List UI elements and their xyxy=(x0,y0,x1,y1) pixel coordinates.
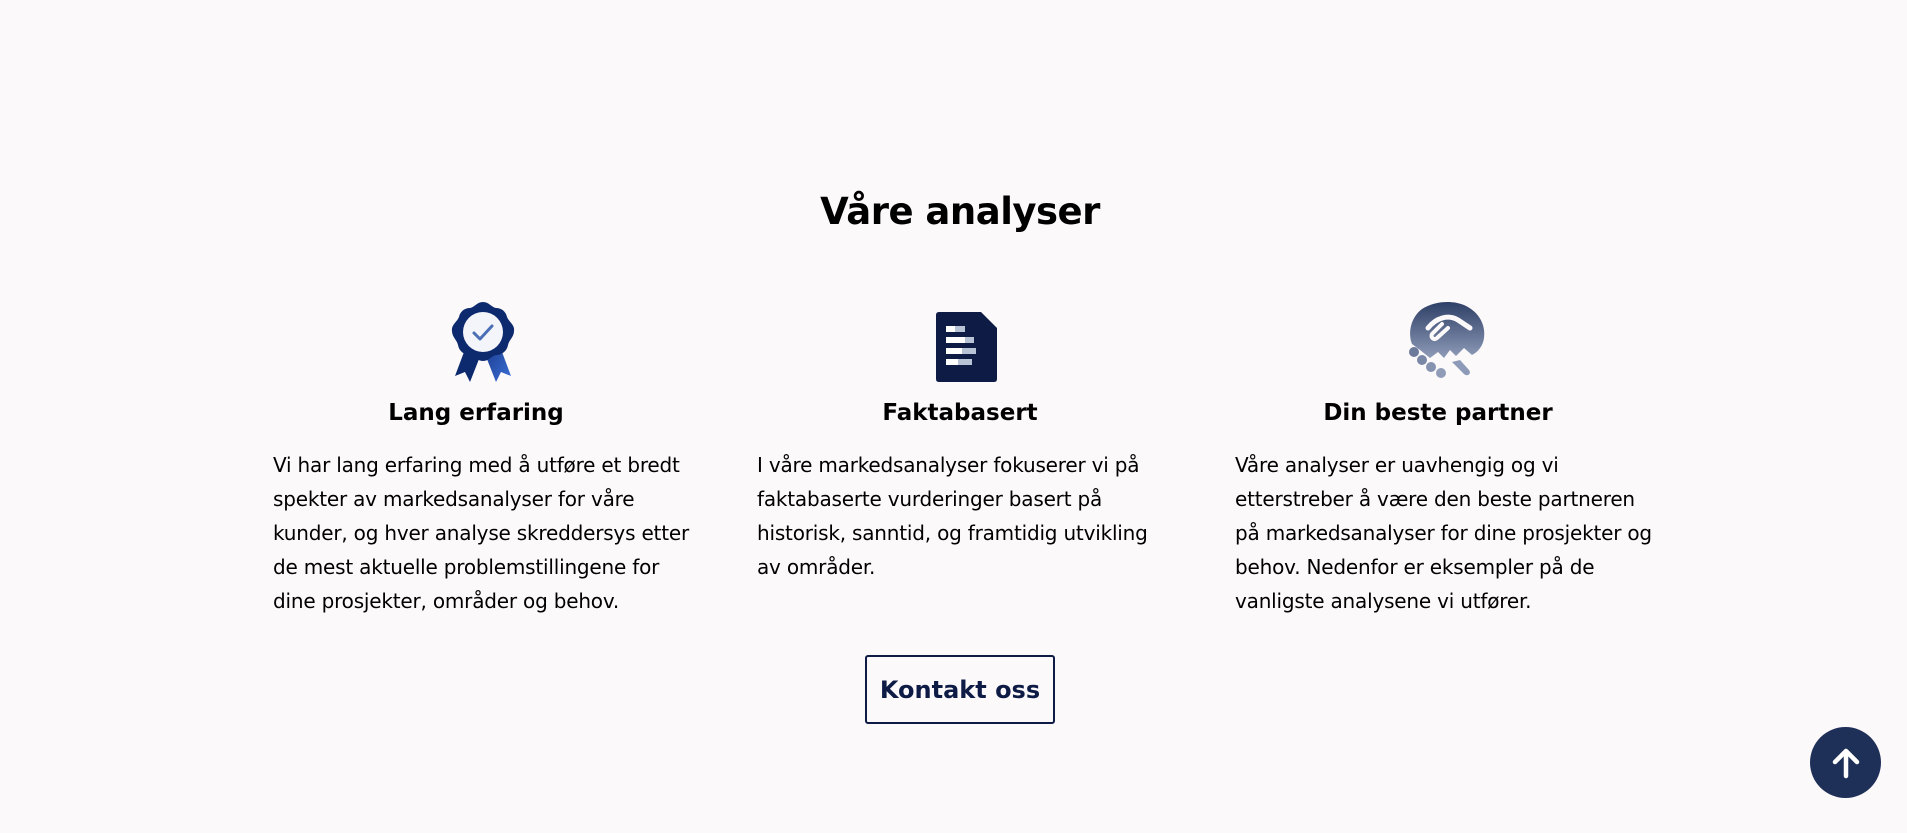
arrow-up-icon xyxy=(1832,748,1859,778)
contact-us-button[interactable]: Kontakt oss xyxy=(865,655,1055,724)
feature-description: Våre analyser er uavhengig og vi etterst… xyxy=(1235,453,1652,613)
analyses-section: Våre analyser Lang erfaring Vi har lang … xyxy=(0,0,1907,833)
section-heading: Våre analyser xyxy=(820,190,1100,233)
feature-title: Lang erfaring xyxy=(388,400,564,426)
handshake-icon xyxy=(1235,298,1655,382)
feature-card-factbased: Faktabasert I våre markedsanalyser fokus… xyxy=(757,298,1177,579)
feature-description: I våre markedsanalyser fokuserer vi på f… xyxy=(757,453,1148,579)
feature-card-experience: Lang erfaring Vi har lang erfaring med å… xyxy=(273,298,693,613)
scroll-to-top-button[interactable] xyxy=(1810,727,1881,798)
feature-title: Faktabasert xyxy=(882,400,1038,426)
document-icon xyxy=(757,298,1177,382)
award-ribbon-icon xyxy=(273,298,693,382)
feature-description: Vi har lang erfaring med å utføre et bre… xyxy=(273,453,689,613)
feature-card-partner: Din beste partner Våre analyser er uavhe… xyxy=(1235,298,1655,613)
feature-title: Din beste partner xyxy=(1323,400,1553,426)
